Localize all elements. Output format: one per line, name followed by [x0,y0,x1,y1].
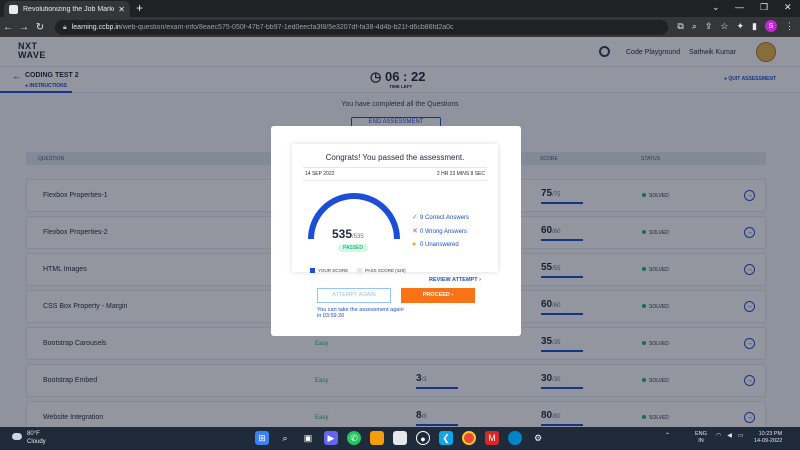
unanswered-count: 0 [420,242,424,248]
system-clock[interactable]: 10:23 PM 14-09-2022 [754,431,782,445]
tab-search-icon[interactable]: ⌄ [712,2,720,13]
dot-icon: ● [412,241,417,248]
browser-menu-icon[interactable]: ⋮ [785,21,794,32]
review-label: REVIEW ATTEMPT [429,277,478,283]
result-date: 14 SEP 2022 [305,171,335,177]
url-path: /web-question/exam-info/8eaec575-050f-47… [120,24,454,31]
cross-icon: ✕ [412,228,418,235]
score-value: 535/535 [332,227,364,241]
browser-tab-strip: Revolutionizing the Job Market | ✕ + ⌄ —… [0,0,800,17]
system-tray: ⌃ [665,432,670,439]
score-number: 535 [332,227,353,241]
divider [303,180,487,181]
start-icon[interactable]: ⊞ [255,431,269,445]
wrong-count: 0 [420,229,424,235]
forward-icon[interactable]: → [16,22,32,33]
side-panel-icon[interactable]: ▮ [752,21,757,32]
stat-unanswered: ● 0 Unanswered [412,241,459,248]
maximize-icon[interactable]: ❐ [760,2,768,13]
open-in-app-icon[interactable]: ⧉ [677,21,683,32]
mcafee-icon[interactable]: M [485,431,499,445]
taskbar-apps: ⊞ ⌕ ▣ ▶ ✆ ● ❮ M ⚙ [255,431,545,445]
temp: 80°F [27,431,40,437]
review-attempt-link[interactable]: REVIEW ATTEMPT › [429,277,481,283]
clock-date: 14-09-2022 [754,438,783,444]
wrong-label: Wrong Answers [425,229,467,235]
close-tab-icon[interactable]: ✕ [118,5,125,14]
lock-icon: 🔒︎ [63,23,67,31]
attempt-again-button[interactable]: ATTEMPT AGAIN [317,288,391,303]
wifi-icon[interactable]: ◠ [716,432,721,439]
weather-text: 80°F Cloudy [27,430,46,446]
lang2: IN [698,438,704,444]
edge-icon[interactable] [508,431,522,445]
result-title: Congrats! You passed the assessment. [325,153,465,162]
result-card: Congrats! You passed the assessment. 14 … [292,144,498,283]
settings-icon[interactable]: ⚙ [531,431,545,445]
teams-icon[interactable]: ▶ [324,431,338,445]
result-modal: Congrats! You passed the assessment. 14 … [271,126,521,336]
legend-pass-score-label: PASS SCORE (428) [365,268,406,273]
new-tab-button[interactable]: + [136,2,143,15]
extensions-icon[interactable]: ✦ [737,21,745,32]
minimize-icon[interactable]: — [735,2,744,12]
tray-status-icons: ◠ ◀ ▭ [716,432,744,439]
window-close-icon[interactable]: ✕ [784,2,792,13]
url-field[interactable]: 🔒︎ learning.ccbp.in /web-question/exam-i… [55,20,668,35]
github-icon[interactable]: ● [416,431,430,445]
passed-badge: PASSED [338,244,368,252]
stat-correct: ✓ 9 Correct Answers [412,213,469,221]
clock-time: 10:23 PM [758,431,783,437]
reload-icon[interactable]: ↻ [32,22,48,33]
back-icon[interactable]: ← [0,22,16,33]
legend-swatch-icon [310,268,315,273]
divider [303,167,487,168]
check-icon: ✓ [412,214,418,221]
profile-avatar[interactable]: S [765,20,777,32]
cloud-icon [12,433,22,440]
language-indicator[interactable]: ENG IN [695,431,707,445]
share-icon[interactable]: ⇪ [705,21,713,32]
legend-your-score: YOUR SCORE [310,268,348,273]
search-icon[interactable]: ⌕ [278,431,292,445]
correct-label: Correct Answers [425,215,470,221]
chrome-icon[interactable] [462,431,476,445]
browser-toolbar-icons: ⧉ ⌕ ⇪ ☆ ✦ ▮ S ⋮ [677,20,794,32]
browser-tab[interactable]: Revolutionizing the Job Market | ✕ [4,1,130,17]
weather-desc: Cloudy [27,439,46,445]
whatsapp-icon[interactable]: ✆ [347,431,361,445]
store-icon[interactable] [393,431,407,445]
zoom-icon[interactable]: ⌕ [692,21,697,32]
tab-title: Revolutionizing the Job Market | [23,5,115,13]
score-total: /535 [352,234,364,240]
tray-chevron-icon[interactable]: ⌃ [665,432,670,439]
url-host: learning.ccbp.in [71,24,121,31]
unanswered-label: Unanswered [425,242,459,248]
lang1: ENG [695,431,707,437]
task-view-icon[interactable]: ▣ [301,431,315,445]
proceed-button[interactable]: PROCEED › [401,288,475,303]
battery-icon[interactable]: ▭ [738,432,744,439]
legend-pass-score: PASS SCORE (428) [357,268,406,273]
file-explorer-icon[interactable] [370,431,384,445]
correct-count: 9 [420,215,424,221]
legend-your-score-label: YOUR SCORE [318,268,349,273]
proceed-label: PROCEED [422,292,450,298]
stat-wrong: ✕ 0 Wrong Answers [412,227,467,235]
retake-note: You can take the assessment again in 03:… [317,307,404,319]
address-bar-row: ← → ↻ 🔒︎ learning.ccbp.in /web-question/… [0,17,800,37]
vscode-icon[interactable]: ❮ [439,431,453,445]
legend-swatch-icon [357,268,362,273]
result-duration: 2 HR 23 MINS 8 SEC [436,171,485,177]
bookmark-star-icon[interactable]: ☆ [720,21,728,32]
windows-taskbar: 80°F Cloudy ⊞ ⌕ ▣ ▶ ✆ ● ❮ M ⚙ ⌃ ENG IN ◠ ◀… [0,427,800,450]
site-favicon-icon [9,4,18,14]
volume-icon[interactable]: ◀ [727,432,732,439]
